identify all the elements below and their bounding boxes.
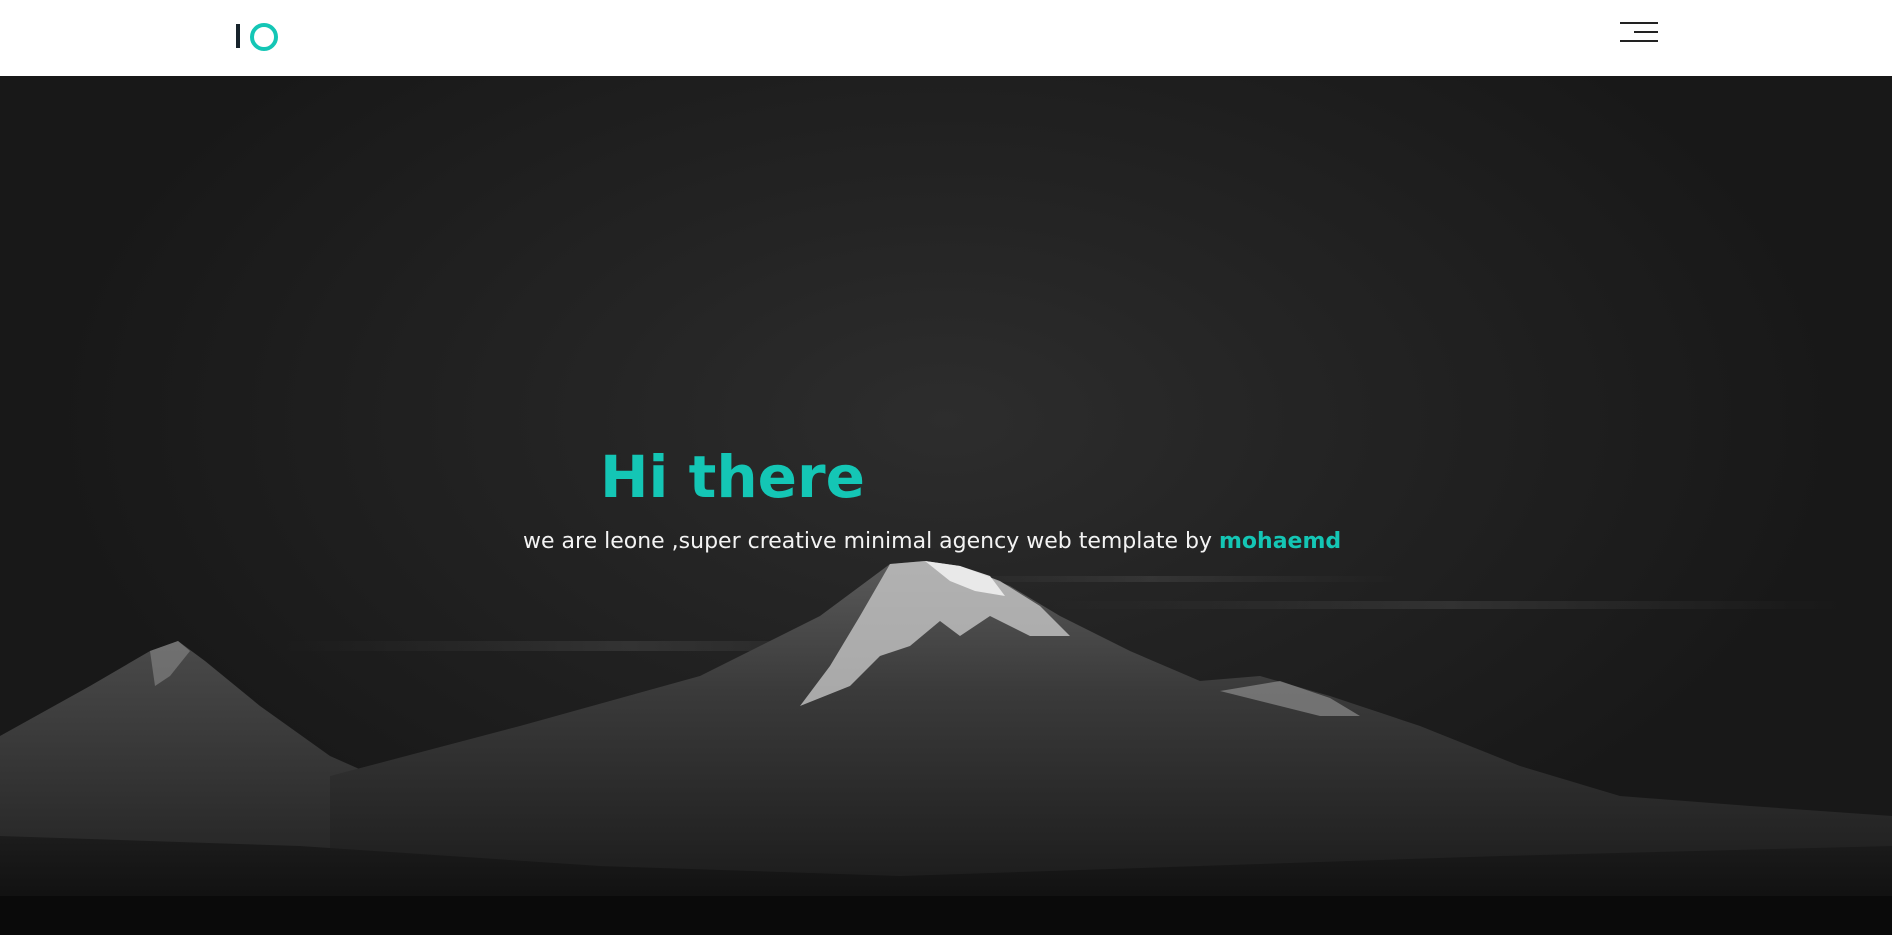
menu-line-icon (1634, 31, 1658, 33)
author-link[interactable]: mohaemd (1219, 529, 1341, 554)
logo-ring-icon (250, 23, 278, 51)
menu-line-icon (1620, 40, 1658, 42)
logo-bar-icon (236, 24, 240, 48)
hamburger-menu-button[interactable] (1618, 22, 1658, 46)
menu-line-icon (1620, 22, 1658, 24)
logo[interactable] (234, 22, 280, 52)
hero-title: Hi there (600, 443, 865, 511)
hero-subtitle: we are leone ,super creative minimal age… (523, 529, 1341, 555)
site-header (0, 0, 1892, 76)
hero-section: Hi there we are leone ,super creative mi… (0, 76, 1892, 935)
hero-background-image (0, 561, 1892, 935)
hero-subtitle-text: we are leone ,super creative minimal age… (523, 529, 1219, 554)
